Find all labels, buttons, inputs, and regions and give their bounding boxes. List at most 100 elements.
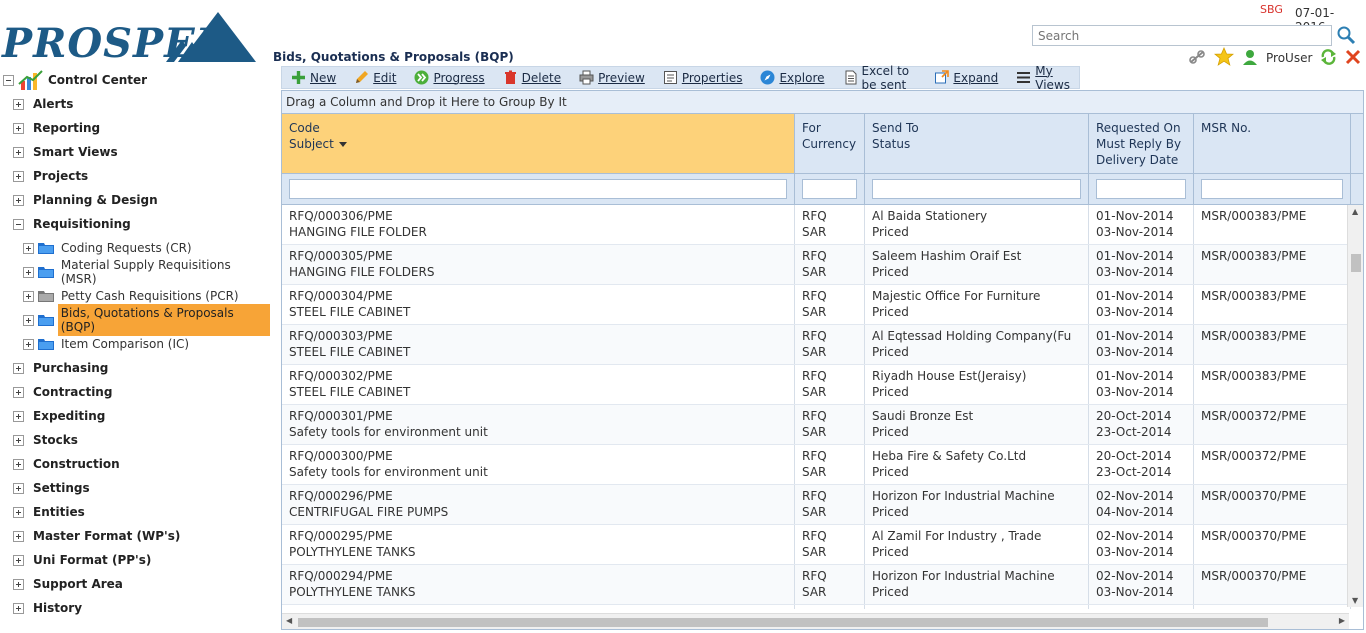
delete-label[interactable]: Delete (522, 71, 561, 85)
header-status[interactable]: Status (872, 136, 1081, 152)
table-cell[interactable]: 01-Nov-2014 03-Nov-2014 (1089, 245, 1194, 284)
header-code[interactable]: Code (289, 120, 787, 136)
table-cell[interactable]: 20-Oct-2014 23-Oct-2014 (1089, 405, 1194, 444)
vertical-scroll-thumb[interactable] (1351, 254, 1361, 272)
tree-item-label[interactable]: Settings (33, 481, 90, 495)
tree-item-label[interactable]: Item Comparison (IC) (58, 335, 192, 353)
table-cell[interactable]: RFQ/000306/PME HANGING FILE FOLDER (282, 205, 795, 244)
tree-item-label[interactable]: Projects (33, 169, 88, 183)
expand-toggle-icon[interactable] (23, 314, 34, 326)
table-cell[interactable]: Riyadh House Est(Jeraisy) Priced (865, 365, 1089, 404)
explore-label[interactable]: Explore (779, 71, 824, 85)
progress-label[interactable]: Progress (433, 71, 484, 85)
tree-item-item-comparison[interactable]: Item Comparison (IC) (0, 332, 270, 356)
delete-button[interactable]: Delete (494, 67, 570, 88)
expand-toggle-icon[interactable] (13, 506, 24, 518)
table-cell[interactable]: RFQ SAR (795, 205, 865, 244)
tree-item-label[interactable]: Entities (33, 505, 85, 519)
table-cell[interactable]: RFQ SAR (795, 445, 865, 484)
table-cell[interactable]: RFQ/000302/PME STEEL FILE CABINET (282, 365, 795, 404)
table-row[interactable]: RFQ/000295/PME POLYTHYLENE TANKS RFQ SAR Al … (282, 525, 1363, 565)
table-cell[interactable]: RFQ/000296/PME CENTRIFUGAL FIRE PUMPS (282, 485, 795, 524)
table-cell[interactable]: RFQ SAR (795, 365, 865, 404)
tree-root-control-center[interactable]: Control Center (0, 68, 270, 92)
expand-toggle-icon[interactable] (23, 338, 34, 350)
close-icon[interactable] (1345, 49, 1361, 68)
expand-toggle-icon[interactable] (13, 194, 24, 206)
table-cell[interactable]: MSR/000383/PME (1194, 325, 1351, 364)
tree-item-label[interactable]: Support Area (33, 577, 123, 591)
header-send-to[interactable]: Send To (872, 120, 1081, 136)
expand-toggle-icon[interactable] (23, 266, 34, 278)
table-cell[interactable]: Al Eqtessad Holding Company(Fu Priced (865, 325, 1089, 364)
expand-toggle-icon[interactable] (13, 482, 24, 494)
filter-msr-input[interactable] (1201, 179, 1343, 199)
table-row[interactable]: RFQ/000306/PME HANGING FILE FOLDER RFQ SAR A… (282, 205, 1363, 245)
table-cell[interactable]: 02-Nov-2014 04-Nov-2014 (1089, 485, 1194, 524)
column-header-send-to-status[interactable]: Send To Status (865, 114, 1089, 173)
tree-item-uni-format[interactable]: Uni Format (PP's) (0, 548, 270, 572)
scroll-down-icon[interactable]: ▼ (1352, 596, 1358, 605)
tree-item-label[interactable]: Reporting (33, 121, 100, 135)
tree-item-smart-views[interactable]: Smart Views (0, 140, 270, 164)
refresh-icon[interactable] (1320, 48, 1337, 68)
table-row[interactable]: RFQ/000296/PME CENTRIFUGAL FIRE PUMPS RFQ S… (282, 485, 1363, 525)
header-msr-no[interactable]: MSR No. (1201, 120, 1343, 136)
table-cell[interactable]: Al Baida Stationery Priced (865, 205, 1089, 244)
tree-item-label[interactable]: Purchasing (33, 361, 108, 375)
table-cell[interactable]: 02-Nov-2014 03-Nov-2014 (1089, 565, 1194, 604)
excel-label[interactable]: Excel to be sent (862, 64, 917, 92)
expand-toggle-icon[interactable] (13, 146, 24, 158)
tree-item-label[interactable]: History (33, 601, 82, 615)
user-name[interactable]: ProUser (1266, 51, 1312, 65)
header-for[interactable]: For (802, 120, 857, 136)
tree-item-contracting[interactable]: Contracting (0, 380, 270, 404)
table-cell[interactable]: Horizon For Industrial Machine Priced (865, 485, 1089, 524)
table-cell[interactable]: Al Zamil For Industry , Trade Priced (865, 525, 1089, 564)
header-delivery-date[interactable]: Delivery Date (1096, 152, 1186, 168)
table-row[interactable]: RFQ/000293/PME RFQ International Tanks Tra… (282, 605, 1363, 609)
favorites-star-icon[interactable] (1213, 46, 1235, 69)
expand-toggle-icon[interactable] (13, 362, 24, 374)
table-cell[interactable]: Majestic Office For Furniture Priced (865, 285, 1089, 324)
table-cell[interactable]: RFQ/000304/PME STEEL FILE CABINET (282, 285, 795, 324)
tree-item-entities[interactable]: Entities (0, 500, 270, 524)
table-row[interactable]: RFQ/000301/PME Safety tools for environme… (282, 405, 1363, 445)
tree-item-projects[interactable]: Projects (0, 164, 270, 188)
tree-item-expediting[interactable]: Expediting (0, 404, 270, 428)
tree-item-history[interactable]: History (0, 596, 270, 620)
expand-toggle-icon[interactable] (13, 458, 24, 470)
horizontal-scroll-thumb[interactable] (298, 618, 1268, 627)
column-header-msr-no[interactable]: MSR No. (1194, 114, 1351, 173)
properties-button[interactable]: Properties (654, 67, 752, 88)
table-cell[interactable]: MSR/000370/PME (1194, 565, 1351, 604)
table-cell[interactable]: 20-Oct-2014 23-Oct-2014 (1089, 445, 1194, 484)
tree-item-label[interactable]: Coding Requests (CR) (58, 239, 195, 257)
expand-toggle-icon[interactable] (23, 290, 34, 302)
tree-item-label[interactable]: Stocks (33, 433, 78, 447)
edit-button[interactable]: Edit (345, 67, 405, 88)
expand-label[interactable]: Expand (953, 71, 998, 85)
table-cell[interactable]: RFQ SAR (795, 325, 865, 364)
tree-root-label[interactable]: Control Center (48, 73, 147, 87)
scroll-up-icon[interactable]: ▲ (1352, 207, 1358, 216)
header-subject[interactable]: Subject (289, 137, 334, 151)
collapse-toggle-icon[interactable] (3, 74, 14, 86)
table-row[interactable]: RFQ/000305/PME HANGING FILE FOLDERS RFQ SAR… (282, 245, 1363, 285)
expand-toggle-icon[interactable] (13, 170, 24, 182)
search-icon[interactable] (1336, 25, 1358, 45)
table-cell[interactable]: RFQ/000305/PME HANGING FILE FOLDERS (282, 245, 795, 284)
expand-toggle-icon[interactable] (13, 530, 24, 542)
tree-item-msr[interactable]: Material Supply Requisitions (MSR) (0, 258, 270, 286)
tree-item-reporting[interactable]: Reporting (0, 116, 270, 140)
table-cell[interactable]: Horizon For Industrial Machine Priced (865, 565, 1089, 604)
tree-item-planning-design[interactable]: Planning & Design (0, 188, 270, 212)
user-icon[interactable] (1242, 49, 1258, 68)
header-requested-on[interactable]: Requested On (1096, 120, 1186, 136)
table-cell[interactable]: RFQ SAR (795, 485, 865, 524)
table-cell[interactable]: RFQ SAR (795, 245, 865, 284)
expand-toggle-icon[interactable] (13, 554, 24, 566)
table-cell[interactable]: Heba Fire & Safety Co.Ltd Priced (865, 445, 1089, 484)
tree-item-purchasing[interactable]: Purchasing (0, 356, 270, 380)
tree-item-label[interactable]: Construction (33, 457, 120, 471)
